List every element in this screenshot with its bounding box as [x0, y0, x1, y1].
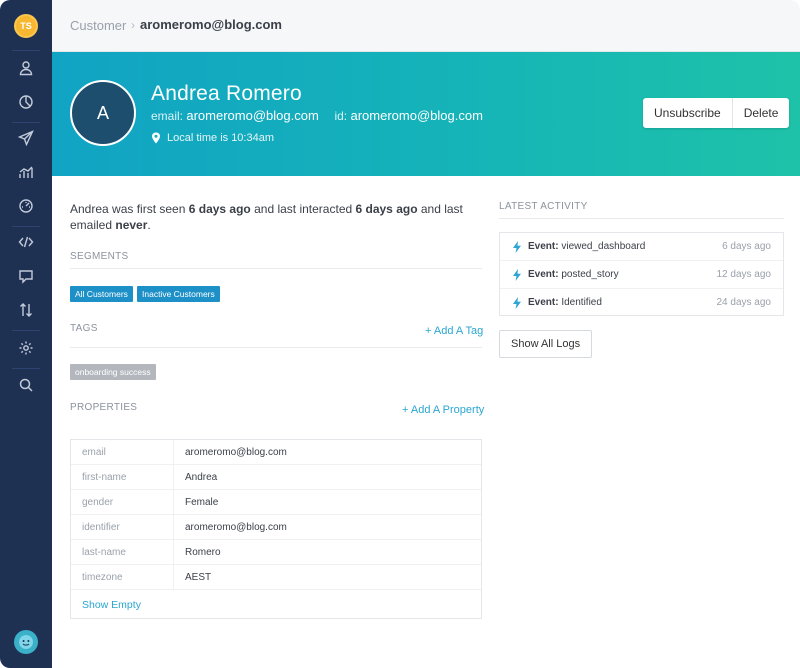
dashboard-icon[interactable]	[16, 196, 36, 216]
property-value: AEST	[185, 572, 212, 583]
customer-summary: Andrea was first seen 6 days ago and las…	[70, 202, 463, 232]
show-empty-link[interactable]: Show Empty	[82, 599, 141, 611]
send-icon[interactable]	[16, 128, 36, 148]
event-text: Event: Identified	[528, 297, 602, 308]
section-divider	[70, 268, 482, 269]
breadcrumb-root-link[interactable]: Customer	[70, 18, 126, 33]
list-item[interactable]: Event: Identified 24 days ago	[500, 289, 783, 317]
sort-icon[interactable]	[16, 300, 36, 320]
customer-name: Andrea Romero	[151, 82, 302, 105]
search-icon[interactable]	[16, 375, 36, 395]
sidebar: TS	[0, 0, 52, 668]
settings-icon[interactable]	[16, 338, 36, 358]
table-row: email aromeromo@blog.com	[71, 440, 481, 465]
lightning-icon	[513, 241, 521, 253]
last-emailed-value: never	[115, 218, 148, 232]
segments-title: SEGMENTS	[70, 251, 129, 262]
event-time: 12 days ago	[716, 269, 772, 280]
location-pin-icon	[152, 132, 160, 144]
property-key: identifier	[71, 515, 174, 540]
first-seen-value: 6 days ago	[188, 202, 251, 216]
list-item[interactable]: Event: viewed_dashboard 6 days ago	[500, 233, 783, 261]
chat-icon[interactable]	[16, 266, 36, 286]
local-time: Local time is 10:34am	[151, 132, 274, 144]
table-row: identifier aromeromo@blog.com	[71, 515, 481, 540]
property-value: Female	[185, 497, 219, 508]
event-text: Event: viewed_dashboard	[528, 241, 646, 252]
table-row: first-name Andrea	[71, 465, 481, 490]
customer-actions: Unsubscribe Delete	[643, 98, 790, 128]
tags-title: TAGS	[70, 323, 98, 334]
support-bot-icon[interactable]	[14, 630, 38, 654]
lightning-icon	[513, 269, 521, 281]
add-tag-link[interactable]: + Add A Tag	[425, 325, 483, 337]
properties-title: PROPERTIES	[70, 402, 138, 413]
list-item[interactable]: Event: posted_story 12 days ago	[500, 261, 783, 289]
breadcrumb: Customer › aromeromo@blog.com	[52, 0, 800, 52]
property-value: aromeromo@blog.com	[185, 522, 287, 533]
segment-chip[interactable]: Inactive Customers	[137, 286, 220, 302]
table-row: last-name Romero	[71, 540, 481, 565]
table-row: gender Female	[71, 490, 481, 515]
event-text: Event: posted_story	[528, 269, 619, 280]
id-label: id:	[334, 109, 348, 123]
user-avatar[interactable]: TS	[14, 14, 38, 38]
property-key: first-name	[71, 465, 174, 490]
segments-icon[interactable]	[16, 92, 36, 112]
code-icon[interactable]	[16, 232, 36, 252]
section-divider	[499, 218, 784, 219]
sidebar-divider	[12, 50, 40, 51]
sidebar-divider	[12, 226, 40, 227]
table-row: timezone AEST	[71, 565, 481, 590]
email-label: email:	[151, 109, 184, 123]
sidebar-divider	[12, 368, 40, 369]
delete-button[interactable]: Delete	[731, 98, 790, 128]
breadcrumb-separator: ›	[131, 18, 135, 32]
app-window: TS Customer › aromeromo@blog.com A Andre…	[0, 0, 800, 668]
last-interacted-value: 6 days ago	[355, 202, 418, 216]
person-icon[interactable]	[16, 58, 36, 78]
lightning-icon	[513, 297, 521, 309]
property-key: gender	[71, 490, 174, 515]
unsubscribe-button[interactable]: Unsubscribe	[643, 98, 732, 128]
property-value: aromeromo@blog.com	[185, 447, 287, 458]
property-key: timezone	[71, 565, 174, 590]
customer-email: aromeromo@blog.com	[186, 108, 319, 123]
event-time: 24 days ago	[716, 297, 772, 308]
section-divider	[70, 347, 482, 348]
latest-activity-title: LATEST ACTIVITY	[499, 201, 588, 212]
event-time: 6 days ago	[722, 241, 771, 252]
breadcrumb-current: aromeromo@blog.com	[140, 17, 282, 32]
customer-header: A Andrea Romero email: aromeromo@blog.co…	[52, 52, 800, 176]
property-key: email	[71, 440, 174, 465]
sidebar-divider	[12, 330, 40, 331]
add-property-link[interactable]: + Add A Property	[402, 404, 484, 416]
customer-identifiers: email: aromeromo@blog.com id: aromeromo@…	[151, 108, 483, 123]
property-value: Romero	[185, 547, 221, 558]
sidebar-divider	[12, 122, 40, 123]
show-all-logs-button[interactable]: Show All Logs	[499, 330, 593, 358]
property-value: Andrea	[185, 472, 218, 483]
customer-id: aromeromo@blog.com	[350, 108, 483, 123]
tag-chip[interactable]: onboarding success	[70, 364, 156, 380]
analytics-icon[interactable]	[16, 162, 36, 182]
customer-avatar: A	[70, 80, 136, 146]
activity-list: Event: viewed_dashboard 6 days ago Event…	[499, 232, 784, 316]
segment-chip[interactable]: All Customers	[70, 286, 133, 302]
local-time-text: Local time is 10:34am	[167, 132, 274, 144]
properties-table: email aromeromo@blog.com first-name Andr…	[70, 439, 482, 619]
property-key: last-name	[71, 540, 174, 565]
